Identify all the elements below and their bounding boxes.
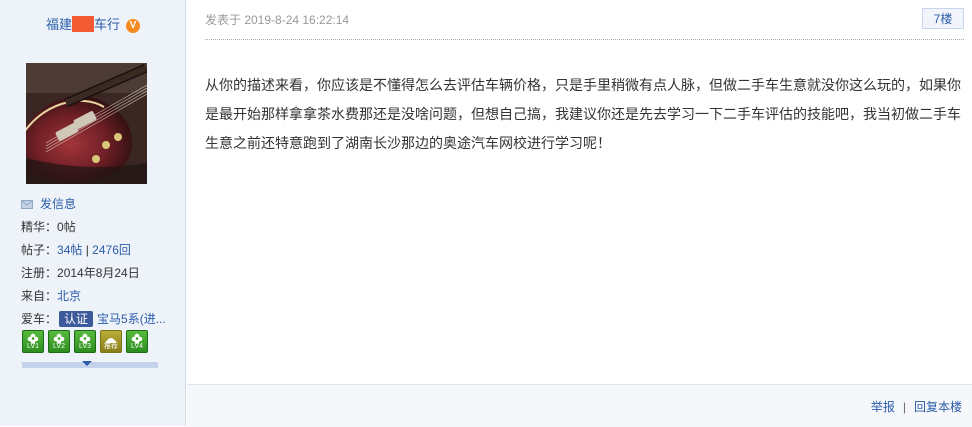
posts-row: 帖子：34帖 | 2476回: [21, 239, 181, 262]
guitar-photo: [26, 63, 147, 184]
register-row: 注册：2014年8月24日: [21, 262, 181, 285]
post-main: 发表于 2019-8-24 16:22:14 7楼 从你的描述来看，你应该是不懂…: [187, 0, 972, 427]
send-message-row[interactable]: 发信息: [21, 193, 181, 216]
divider: [205, 39, 964, 40]
username-prefix[interactable]: 福建: [46, 17, 72, 32]
register-label: 注册：: [21, 266, 58, 280]
car-link[interactable]: 宝马5系(进...: [97, 312, 166, 326]
badge-lv4[interactable]: LV4: [126, 330, 148, 353]
reply-floor-link[interactable]: 回复本楼: [914, 400, 962, 414]
post-content: 从你的描述来看，你应该是不懂得怎么去评估车辆价格，只是手里稍微有点人脉，但做二手…: [205, 77, 961, 151]
badge-lv3[interactable]: LV3: [74, 330, 96, 353]
profile-info: 发信息 精华：0帖 帖子：34帖 | 2476回 注册：2014年8月24日 来…: [21, 193, 181, 331]
floor-number-button[interactable]: 7楼: [922, 8, 964, 29]
post-footer: 举报 | 回复本楼: [187, 384, 972, 427]
verified-v-icon[interactable]: V: [126, 19, 141, 33]
avatar[interactable]: [26, 63, 147, 184]
badge-recommend[interactable]: 推荐: [100, 330, 122, 353]
badge-lv1[interactable]: LV1: [22, 330, 44, 353]
badge-label: LV3: [79, 343, 91, 350]
car-label: 爱车：: [21, 312, 58, 326]
chevron-down-icon: [82, 361, 92, 366]
action-separator: |: [902, 400, 906, 414]
certified-badge[interactable]: 认证: [59, 311, 94, 327]
car-row: 爱车： 认证 宝马5系(进...: [21, 308, 181, 331]
posts-count-link[interactable]: 34帖: [57, 243, 82, 257]
send-message-link[interactable]: 发信息: [40, 197, 76, 211]
redaction-block: [72, 16, 94, 32]
level-badges: LV1 LV2 LV3 推荐 LV4: [22, 330, 152, 356]
badge-label: LV4: [131, 343, 143, 350]
badge-label: LV2: [53, 343, 65, 350]
envelope-icon: [21, 200, 33, 209]
from-link[interactable]: 北京: [57, 289, 81, 303]
from-label: 来自：: [21, 289, 58, 303]
from-row: 来自：北京: [21, 285, 181, 308]
post-actions: 举报 | 回复本楼: [871, 398, 962, 415]
username[interactable]: 福建 车行 V: [0, 14, 186, 33]
report-link[interactable]: 举报: [871, 400, 895, 414]
jinghua-row: 精华：0帖: [21, 216, 181, 239]
author-sidebar: 福建 车行 V 发信息 精华：0帖 帖子：34帖 | 2476回 注册：2014…: [0, 0, 186, 426]
posts-label: 帖子：: [21, 243, 58, 257]
jinghua-value: 0帖: [57, 220, 76, 234]
jinghua-label: 精华：: [21, 220, 58, 234]
expand-profile-toggle[interactable]: [22, 361, 158, 368]
badge-label: LV1: [27, 343, 39, 350]
username-suffix[interactable]: 车行: [94, 17, 120, 32]
register-date: 2014年8月24日: [57, 266, 140, 280]
post-timestamp: 发表于 2019-8-24 16:22:14: [205, 13, 350, 27]
badge-label: 推荐: [104, 343, 118, 350]
posts-separator: |: [82, 243, 93, 257]
replies-count-link[interactable]: 2476回: [92, 243, 131, 257]
badge-lv2[interactable]: LV2: [48, 330, 70, 353]
